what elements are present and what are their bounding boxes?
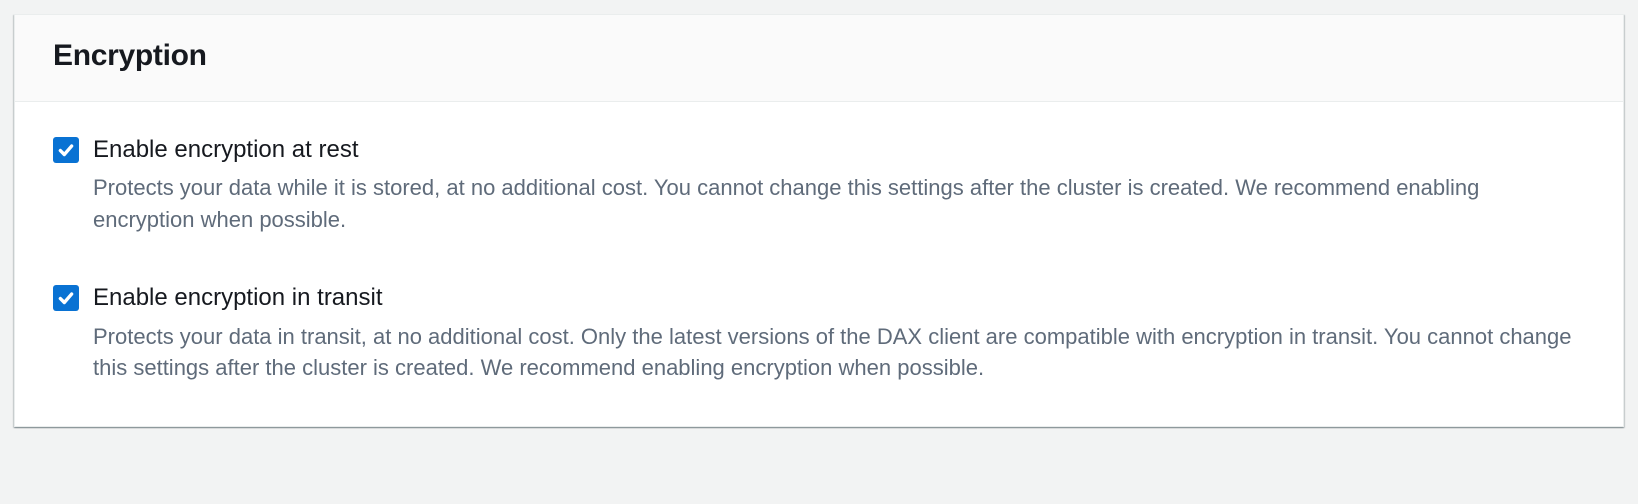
panel-body: Enable encryption at rest Protects your … bbox=[15, 102, 1623, 426]
panel-header: Encryption bbox=[15, 15, 1623, 102]
option-description-at-rest: Protects your data while it is stored, a… bbox=[93, 172, 1585, 236]
option-encryption-in-transit: Enable encryption in transit Protects yo… bbox=[53, 282, 1585, 384]
encryption-panel: Encryption Enable encryption at rest Pro… bbox=[14, 14, 1624, 427]
option-text: Enable encryption at rest Protects your … bbox=[93, 134, 1585, 236]
option-text: Enable encryption in transit Protects yo… bbox=[93, 282, 1585, 384]
option-label-in-transit[interactable]: Enable encryption in transit bbox=[93, 282, 1585, 314]
checkbox-encryption-in-transit[interactable] bbox=[53, 285, 79, 311]
panel-title: Encryption bbox=[53, 39, 1585, 73]
option-encryption-at-rest: Enable encryption at rest Protects your … bbox=[53, 134, 1585, 236]
check-icon bbox=[57, 141, 75, 159]
checkbox-encryption-at-rest[interactable] bbox=[53, 137, 79, 163]
option-description-in-transit: Protects your data in transit, at no add… bbox=[93, 321, 1585, 385]
option-label-at-rest[interactable]: Enable encryption at rest bbox=[93, 134, 1585, 166]
check-icon bbox=[57, 289, 75, 307]
